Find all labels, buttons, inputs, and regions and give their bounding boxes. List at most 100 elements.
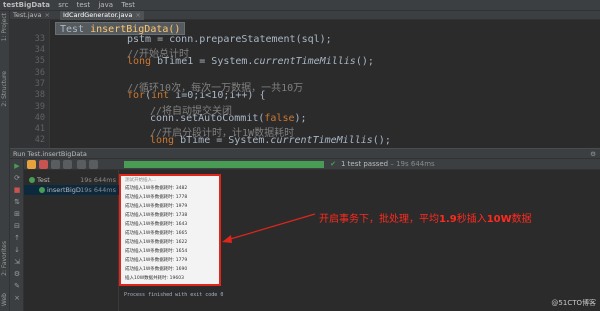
close-icon[interactable]: × xyxy=(45,11,50,19)
export-icon[interactable]: ⇲ xyxy=(12,258,22,267)
code-method: currentTimeMillis xyxy=(253,56,356,67)
test-status-bar: ✔ 1 test passed – 19s 644ms xyxy=(119,159,600,170)
run-toolbar: ▶ ⟳ ■ ⇅ ⊞ ⊟ ↑ ↓ ⇲ ⚙ ✎ × xyxy=(10,159,24,311)
line-number: 37 xyxy=(34,79,45,89)
process-finished-text: Process finished with exit code 0 xyxy=(124,292,224,298)
sort-icon[interactable]: ⇅ xyxy=(12,198,22,207)
pass-check-icon xyxy=(39,187,45,193)
test-name: Test xyxy=(37,176,50,184)
down-icon[interactable]: ↓ xyxy=(12,246,22,255)
run-panel-title[interactable]: Run Test.insertBigData xyxy=(13,150,87,158)
code-text: (); xyxy=(355,56,374,67)
run-panel-header: Run Test.insertBigData ⚙ xyxy=(10,148,600,159)
tab-label: Test.java xyxy=(13,11,42,19)
editor-tab-bar: Test.java × IdCardGenerator.java × xyxy=(10,11,600,20)
close-icon[interactable]: × xyxy=(12,294,22,303)
code-keyword: long xyxy=(150,135,175,146)
test-tree-toolbar xyxy=(24,159,119,170)
show-passed-icon[interactable] xyxy=(27,160,36,169)
output-line: 成功插入1W条数据耗时: 1778 xyxy=(125,195,188,200)
line-number-gutter: 33 34 35 36 37 38 39 40 41 42 xyxy=(10,20,50,148)
code-method: currentTimeMillis xyxy=(270,135,373,146)
nav-crumb-project[interactable]: testBigData xyxy=(3,0,50,10)
annotation-count: 10W xyxy=(486,214,512,225)
code-keyword: int xyxy=(151,90,170,101)
code-line-40: conn.setAutoCommit(false); xyxy=(150,113,307,124)
line-number: 36 xyxy=(34,68,45,78)
close-icon[interactable]: × xyxy=(135,11,140,19)
output-line: 成功插入1W条数据耗时: 1622 xyxy=(125,240,188,245)
gear-icon[interactable]: ⚙ xyxy=(590,149,596,159)
annotation-text: 开启事务下，批处理，平均1.9秒插入10W数据 xyxy=(319,210,532,225)
code-text: (); xyxy=(372,135,391,146)
left-tool-strip: 1: Project 2: Structure 2: Favorites Web xyxy=(0,11,10,311)
code-text: conn.setAutoCommit( xyxy=(150,113,265,124)
line-number: 33 xyxy=(34,34,45,44)
test-duration: 19s 644ms xyxy=(80,176,116,184)
collapse-icon[interactable]: ⊟ xyxy=(12,222,22,231)
breadcrumb-class: Test xyxy=(60,24,85,35)
line-number: 34 xyxy=(34,45,45,55)
code-keyword: long xyxy=(127,56,152,67)
output-line: 成功插入1W条数据耗时: 1738 xyxy=(125,213,188,218)
code-editor[interactable]: 33 34 35 36 37 38 39 40 41 42 Test inser… xyxy=(10,20,600,148)
sort-alpha-icon[interactable] xyxy=(51,160,60,169)
annotation-seconds: 1.9 xyxy=(439,214,457,225)
annotation-suffix: 数据 xyxy=(511,214,532,225)
code-keyword: false xyxy=(264,113,295,124)
tab-idcardgenerator-java[interactable]: IdCardGenerator.java × xyxy=(60,11,144,20)
up-icon[interactable]: ↑ xyxy=(12,234,22,243)
ide-window: testBigData src test java Test 1: Projec… xyxy=(0,0,600,311)
console-output[interactable]: ✔ 1 test passed – 19s 644ms 测试开始插入... 成功… xyxy=(119,159,600,311)
tab-test-java[interactable]: Test.java × xyxy=(10,11,53,20)
code-line-33: pstm = conn.prepareStatement(sql); xyxy=(127,34,332,45)
output-total-line: 插入10W数据共耗时: 19603 xyxy=(125,276,184,281)
code-line-35: long bTime1 = System.currentTimeMillis()… xyxy=(127,56,374,67)
nav-crumb-class[interactable]: Test xyxy=(121,0,135,10)
test-duration: 19s 644ms xyxy=(80,186,116,194)
line-number: 39 xyxy=(34,102,45,112)
stop-icon[interactable]: ■ xyxy=(12,186,22,195)
tab-label: IdCardGenerator.java xyxy=(63,11,133,19)
output-line: 成功插入1W条数据耗时: 1654 xyxy=(125,249,188,254)
rerun-icon[interactable]: ▶ xyxy=(12,162,22,171)
test-tree-root[interactable]: Test 19s 644ms xyxy=(24,175,119,185)
tests-passed-label: 1 test passed xyxy=(341,160,389,168)
web-tool-button[interactable]: Web xyxy=(1,293,8,306)
settings-icon[interactable]: ⚙ xyxy=(12,270,22,279)
highlighted-output-box: 测试开始插入... 成功插入1W条数据耗时: 3482 成功插入1W条数据耗时:… xyxy=(119,174,221,286)
nav-crumb-src[interactable]: src xyxy=(58,0,68,10)
navigation-bar: testBigData src test java Test xyxy=(0,0,600,11)
output-header: 测试开始插入... xyxy=(125,178,157,183)
project-tool-button[interactable]: 1: Project xyxy=(1,13,8,41)
code-line-42: long bTime = System.currentTimeMillis(); xyxy=(150,135,391,146)
code-text: bTime = System. xyxy=(174,135,271,146)
line-number: 40 xyxy=(34,113,45,123)
test-progress-bar xyxy=(124,161,324,168)
show-ignored-icon[interactable] xyxy=(39,160,48,169)
nav-crumb-test[interactable]: test xyxy=(77,0,90,10)
nav-crumb-java[interactable]: java xyxy=(98,0,113,10)
code-keyword: for xyxy=(127,90,146,101)
check-icon: ✔ xyxy=(330,160,336,168)
annotation-prefix: 开启事务下，批处理，平均 xyxy=(319,214,439,225)
test-tree-method[interactable]: insertBigD 19s 644ms xyxy=(24,185,119,195)
line-number: 38 xyxy=(34,90,45,100)
rerun-failed-icon[interactable]: ⟳ xyxy=(12,174,22,183)
line-number: 42 xyxy=(34,135,45,145)
output-line: 成功插入1W条数据耗时: 1979 xyxy=(125,204,188,209)
code-text: bTime1 = System. xyxy=(151,56,254,67)
expand-icon[interactable]: ⊞ xyxy=(12,210,22,219)
line-number: 35 xyxy=(34,56,45,66)
pin-icon[interactable]: ✎ xyxy=(12,282,22,291)
code-text: i=0;i<10;i++) { xyxy=(169,90,266,101)
favorites-tool-button[interactable]: 2: Favorites xyxy=(1,241,8,276)
watermark: @51CTO博客 xyxy=(551,299,596,307)
sort-duration-icon[interactable] xyxy=(63,160,72,169)
test-tree: Test 19s 644ms insertBigD 19s 644ms xyxy=(24,159,119,311)
structure-tool-button[interactable]: 2: Structure xyxy=(1,71,8,107)
pass-check-icon xyxy=(29,177,35,183)
expand-all-icon[interactable] xyxy=(77,160,86,169)
collapse-all-icon[interactable] xyxy=(89,160,98,169)
line-number: 41 xyxy=(34,124,45,134)
